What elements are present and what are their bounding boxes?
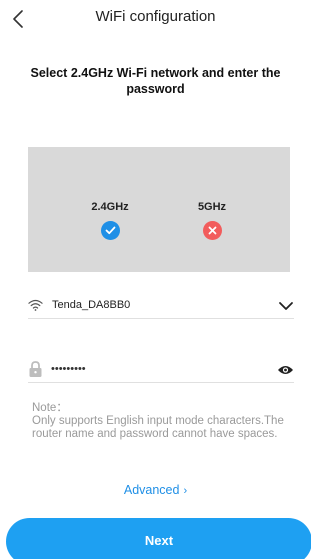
band-support-panel: 2.4GHz 5GHz xyxy=(28,147,290,272)
back-button[interactable] xyxy=(0,2,36,36)
network-name: Tenda_DA8BB0 xyxy=(52,299,131,311)
advanced-label: Advanced xyxy=(123,483,180,497)
band-5ghz: 5GHz xyxy=(182,200,242,240)
chevron-down-icon[interactable] xyxy=(278,300,294,312)
wifi-configuration-screen: WiFi configuration Select 2.4GHz Wi-Fi n… xyxy=(0,0,311,559)
band-2-4ghz: 2.4GHz xyxy=(80,200,140,240)
chevron-right-icon: › xyxy=(183,485,188,497)
network-selector[interactable]: Tenda_DA8BB0 xyxy=(28,292,294,319)
note-text: Only supports English input mode charact… xyxy=(32,415,284,440)
wifi-icon xyxy=(28,298,46,312)
band-label: 5GHz xyxy=(197,201,227,213)
page-title: WiFi configuration xyxy=(95,8,216,25)
band-label: 2.4GHz xyxy=(91,201,129,213)
advanced-link[interactable]: Advanced › xyxy=(0,483,311,497)
close-circle-icon xyxy=(202,221,222,240)
instruction-text: Select 2.4GHz Wi-Fi network and enter th… xyxy=(30,66,281,96)
note-block: Note： Only supports English input mode c… xyxy=(32,402,294,441)
lock-icon xyxy=(28,359,45,379)
chevron-left-icon xyxy=(13,10,23,28)
note-title: Note： xyxy=(32,402,68,414)
check-circle-icon xyxy=(100,221,120,240)
password-input[interactable] xyxy=(51,363,251,375)
next-button[interactable]: Next xyxy=(6,518,311,559)
eye-icon[interactable] xyxy=(277,364,294,376)
password-field-row xyxy=(28,356,294,383)
